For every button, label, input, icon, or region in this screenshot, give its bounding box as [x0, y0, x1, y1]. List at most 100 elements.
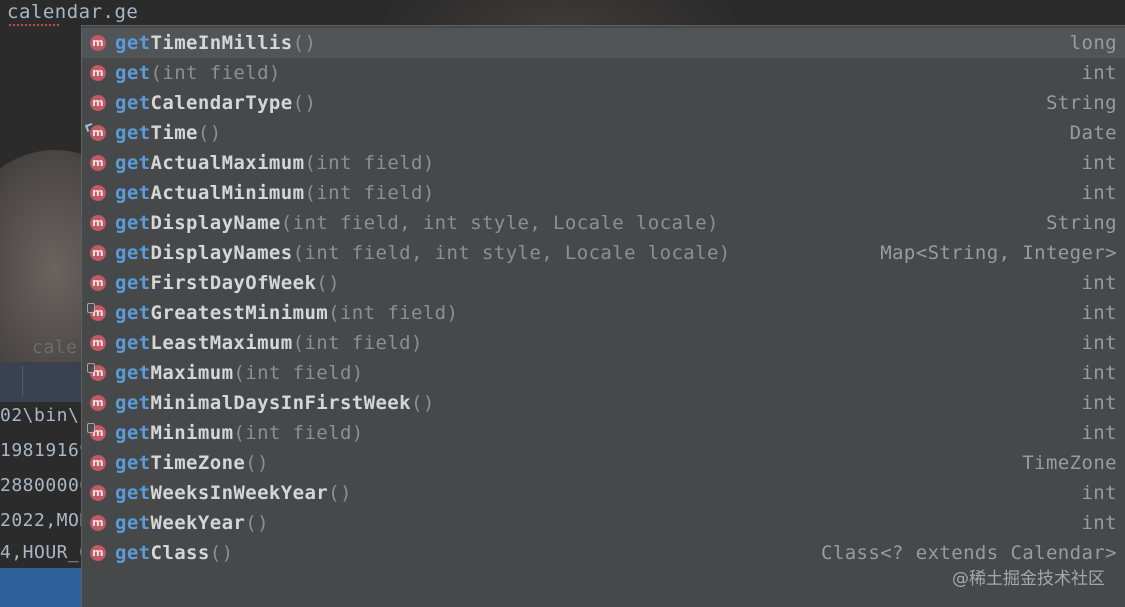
- completion-item-signature: getMinimum(int field): [115, 418, 364, 448]
- completion-item[interactable]: m getActualMaximum(int field) int: [82, 148, 1125, 178]
- completion-item-signature: getLeastMaximum(int field): [115, 328, 423, 358]
- background-text-line: cale: [32, 337, 78, 358]
- completion-item[interactable]: m getMinimum(int field) int: [82, 418, 1125, 448]
- completion-return-type: int: [1081, 62, 1117, 84]
- completion-item[interactable]: m getWeekYear() int: [82, 508, 1125, 538]
- completion-return-type: int: [1081, 392, 1117, 414]
- method-icon: m: [90, 455, 106, 471]
- completion-return-type: int: [1081, 302, 1117, 324]
- completion-parameters: (int field): [233, 422, 364, 444]
- completion-return-type: int: [1081, 152, 1117, 174]
- completion-method-name: LeastMaximum: [150, 332, 293, 354]
- code-completion-popup[interactable]: m getTimeInMillis() long m get(int field) int…: [81, 25, 1125, 607]
- completion-item-signature: getTimeInMillis(): [115, 28, 316, 58]
- completion-method-name: TimeInMillis: [150, 32, 293, 54]
- completion-item-signature: getActualMaximum(int field): [115, 148, 435, 178]
- completion-match-prefix: get: [115, 512, 151, 534]
- method-icon: m: [87, 363, 106, 381]
- completion-return-type: int: [1081, 272, 1117, 294]
- completion-item[interactable]: m getGreatestMinimum(int field) int: [82, 298, 1125, 328]
- tool-window-header: [0, 362, 82, 402]
- completion-return-type: int: [1081, 482, 1117, 504]
- completion-method-name: WeeksInWeekYear: [150, 482, 329, 504]
- completion-method-name: TimeZone: [150, 452, 246, 474]
- completion-item-signature: getMinimalDaysInFirstWeek(): [115, 388, 435, 418]
- completion-parameters: (): [209, 542, 234, 564]
- completion-item-signature: getGreatestMinimum(int field): [115, 298, 458, 328]
- completion-item[interactable]: m getMaximum(int field) int: [82, 358, 1125, 388]
- completion-item[interactable]: m getTimeZone() TimeZone: [82, 448, 1125, 478]
- method-icon: m: [90, 125, 106, 141]
- completion-parameters: (int field): [292, 332, 423, 354]
- method-icon: m: [90, 395, 106, 411]
- completion-match-prefix: get: [115, 422, 151, 444]
- method-icon: m: [90, 485, 106, 501]
- completion-match-prefix: get: [115, 92, 151, 114]
- console-line: 4,HOUR_O: [0, 542, 91, 563]
- completion-item[interactable]: m getDisplayNames(int field, int style, L…: [82, 238, 1125, 268]
- completion-item-signature: getWeekYear(): [115, 508, 269, 538]
- completion-method-name: ActualMinimum: [150, 182, 305, 204]
- method-icon: m: [87, 423, 106, 441]
- method-icon: m: [90, 35, 106, 51]
- completion-parameters: (): [292, 32, 317, 54]
- completion-match-prefix: get: [115, 482, 151, 504]
- editor-typed-text[interactable]: calendar.ge: [7, 0, 138, 24]
- completion-match-prefix: get: [115, 452, 151, 474]
- completion-match-prefix: get: [115, 302, 151, 324]
- completion-item[interactable]: m get(int field) int: [82, 58, 1125, 88]
- method-icon: m: [90, 215, 106, 231]
- completion-method-name: Minimum: [150, 422, 234, 444]
- completion-item[interactable]: m getActualMinimum(int field) int: [82, 178, 1125, 208]
- completion-item[interactable]: m getDisplayName(int field, int style, Lo…: [82, 208, 1125, 238]
- completion-parameters: (int field): [304, 182, 435, 204]
- completion-item-signature: get(int field): [115, 58, 281, 88]
- tool-window-divider: [22, 366, 23, 396]
- completion-parameters: (): [245, 452, 269, 474]
- method-icon: m: [90, 95, 106, 111]
- completion-item[interactable]: m getFirstDayOfWeek() int: [82, 268, 1125, 298]
- completion-match-prefix: get: [115, 332, 151, 354]
- completion-item-signature: getDisplayName(int field, int style, Loc…: [115, 208, 719, 238]
- completion-item[interactable]: m getTimeInMillis() long: [82, 28, 1125, 58]
- completion-method-name: Time: [150, 122, 198, 144]
- completion-item[interactable]: m getMinimalDaysInFirstWeek() int: [82, 388, 1125, 418]
- completion-item-signature: getWeeksInWeekYear(): [115, 478, 352, 508]
- method-icon: m: [90, 515, 106, 531]
- completion-item[interactable]: m getWeeksInWeekYear() int: [82, 478, 1125, 508]
- method-icon: m: [90, 335, 106, 351]
- completion-parameters: (int field, int style, Locale locale): [292, 242, 731, 264]
- completion-item[interactable]: m getCalendarType() String: [82, 88, 1125, 118]
- completion-method-name: Maximum: [150, 362, 234, 384]
- completion-item[interactable]: m getLeastMaximum(int field) int: [82, 328, 1125, 358]
- completion-parameters: (int field): [150, 62, 281, 84]
- method-icon: m: [87, 303, 106, 321]
- completion-item-signature: getActualMinimum(int field): [115, 178, 435, 208]
- completion-match-prefix: get: [115, 212, 151, 234]
- completion-item-signature: getFirstDayOfWeek(): [115, 268, 340, 298]
- completion-return-type: Map<String, Integer>: [880, 242, 1117, 264]
- completion-parameters: (): [411, 392, 435, 414]
- completion-match-prefix: get: [115, 542, 151, 564]
- completion-item-signature: getClass(): [115, 538, 233, 568]
- completion-match-prefix: get: [115, 182, 151, 204]
- completion-method-name: DisplayName: [150, 212, 281, 234]
- completion-match-prefix: get: [115, 362, 151, 384]
- completion-item-signature: getTime(): [115, 118, 222, 148]
- completion-item-signature: getTimeZone(): [115, 448, 269, 478]
- completion-item[interactable]: m getTime() Date: [82, 118, 1125, 148]
- error-squiggle: [8, 24, 60, 27]
- method-icon: m: [90, 275, 106, 291]
- watermark: @稀土掘金技术社区: [952, 569, 1105, 589]
- console-line: 28800000: [0, 475, 91, 496]
- completion-method-name: WeekYear: [150, 512, 246, 534]
- completion-return-type: int: [1081, 362, 1117, 384]
- completion-return-type: long: [1069, 32, 1117, 54]
- completion-match-prefix: get: [115, 32, 151, 54]
- completion-return-type: Date: [1069, 122, 1117, 144]
- completion-method-name: GreatestMinimum: [150, 302, 329, 324]
- completion-parameters: (int field): [328, 302, 459, 324]
- completion-return-type: int: [1081, 422, 1117, 444]
- completion-method-name: DisplayNames: [150, 242, 293, 264]
- console-line: 19819169: [0, 440, 91, 461]
